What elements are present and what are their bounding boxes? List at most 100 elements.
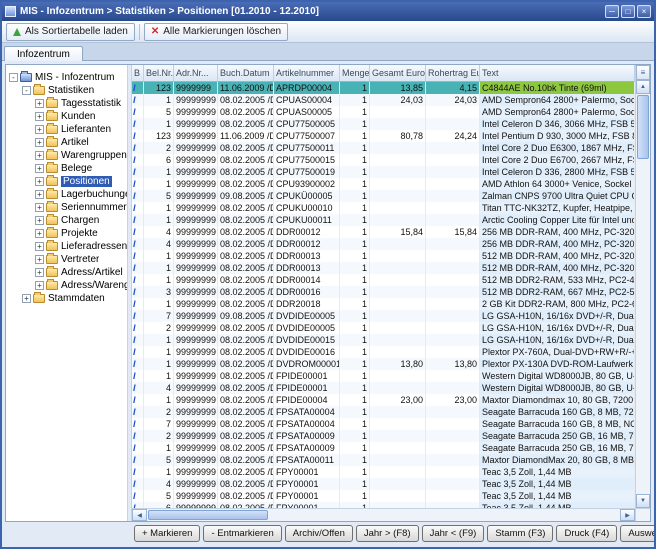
tree-item-positionen[interactable]: +Positionen bbox=[6, 175, 127, 188]
column-header-gesamt-euro[interactable]: Gesamt Euro bbox=[370, 65, 426, 82]
column-header-b[interactable]: B bbox=[132, 65, 144, 82]
scroll-down-icon[interactable]: ▼ bbox=[636, 494, 650, 508]
table-row[interactable]: I59999999909.08.2005 /DiCPUKÜ000051Zalma… bbox=[132, 190, 635, 202]
table-row[interactable]: I29999999908.02.2005 /DiDVDIDE000051LG G… bbox=[132, 322, 635, 334]
table-row[interactable]: I49999999908.02.2005 /DiDDR000121256 MB … bbox=[132, 238, 635, 250]
expand-icon[interactable]: + bbox=[35, 125, 44, 134]
expand-icon[interactable]: + bbox=[35, 190, 44, 199]
table-row[interactable]: I19999999908.02.2005 /DiCPUKU000111Arcti… bbox=[132, 214, 635, 226]
minimize-button[interactable]: ─ bbox=[605, 5, 619, 18]
markieren-button[interactable]: + Markieren bbox=[134, 525, 200, 542]
scroll-right-icon[interactable]: ▶ bbox=[620, 509, 635, 521]
table-row[interactable]: I59999999908.02.2005 /DiFPSATA000111Maxt… bbox=[132, 454, 635, 466]
tree-item-lieferadressen[interactable]: +Lieferadressen bbox=[6, 240, 127, 253]
expand-icon[interactable]: + bbox=[35, 216, 44, 225]
entmarkieren-button[interactable]: - Entmarkieren bbox=[203, 525, 281, 542]
table-row[interactable]: I29999999908.02.2005 /DiFPSATA000091Seag… bbox=[132, 430, 635, 442]
tree-item-artikel[interactable]: +Artikel bbox=[6, 136, 127, 149]
table-row[interactable]: I79999999908.02.2005 /DiFPSATA000041Seag… bbox=[132, 418, 635, 430]
table-row[interactable]: I19999999908.02.2005 /DiDDR000131512 MB … bbox=[132, 250, 635, 262]
table-row[interactable]: I19999999908.02.2005 /DiDVDIDE000151LG G… bbox=[132, 334, 635, 346]
table-row[interactable]: I49999999908.02.2005 /DiFPIDE000011Weste… bbox=[132, 382, 635, 394]
expand-icon[interactable]: + bbox=[35, 242, 44, 251]
table-row[interactable]: I79999999909.08.2005 /DiDVDIDE000051LG G… bbox=[132, 310, 635, 322]
column-header-buch-datum[interactable]: Buch.Datum bbox=[218, 65, 274, 82]
tree-item-lagerbuchungen[interactable]: +Lagerbuchungen bbox=[6, 188, 127, 201]
expand-icon[interactable]: + bbox=[35, 203, 44, 212]
auswertung-button[interactable]: Auswertung bbox=[620, 525, 656, 542]
close-button[interactable]: × bbox=[637, 5, 651, 18]
table-row[interactable]: I123999999911.06.2009 /DoAPRDP00004113,8… bbox=[132, 82, 635, 94]
jahr-f8-button[interactable]: Jahr > (F8) bbox=[356, 525, 419, 542]
expand-icon[interactable]: + bbox=[35, 151, 44, 160]
table-row[interactable]: I39999999908.02.2005 /DiDDR000161512 MB … bbox=[132, 286, 635, 298]
column-header-bel-nr[interactable]: Bel.Nr... bbox=[144, 65, 174, 82]
tab-infozentrum[interactable]: Infozentrum bbox=[4, 46, 83, 61]
tree-item-tagesstatistik[interactable]: +Tagesstatistik bbox=[6, 97, 127, 110]
expand-icon[interactable]: + bbox=[35, 112, 44, 121]
table-row[interactable]: I69999999908.02.2005 /DiCPU775000151Inte… bbox=[132, 154, 635, 166]
expand-icon[interactable]: + bbox=[35, 229, 44, 238]
expand-icon[interactable]: + bbox=[35, 281, 44, 290]
tree-item-kunden[interactable]: +Kunden bbox=[6, 110, 127, 123]
tree-item-adress-warengruppen[interactable]: +Adress/Warengruppen bbox=[6, 279, 127, 292]
table-row[interactable]: I19999999908.02.2005 /DiDVDROM00001113,8… bbox=[132, 358, 635, 370]
table-row[interactable]: I19999999908.02.2005 /DiCPUAS00004124,03… bbox=[132, 94, 635, 106]
table-row[interactable]: I19999999908.02.2005 /DiDDR000141512 MB … bbox=[132, 274, 635, 286]
expand-icon[interactable]: + bbox=[35, 177, 44, 186]
column-header-menge[interactable]: Menge bbox=[340, 65, 370, 82]
tree-item-vertreter[interactable]: +Vertreter bbox=[6, 253, 127, 266]
collapse-icon[interactable]: - bbox=[22, 86, 31, 95]
tree-item-chargen[interactable]: +Chargen bbox=[6, 214, 127, 227]
table-row[interactable]: I19999999908.02.2005 /DiFPY000011Teac 3,… bbox=[132, 466, 635, 478]
table-row[interactable]: I19999999908.02.2005 /DiCPU775000051Inte… bbox=[132, 118, 635, 130]
expand-icon[interactable]: + bbox=[35, 268, 44, 277]
tree-item-adress-artikel[interactable]: +Adress/Artikel bbox=[6, 266, 127, 279]
vertical-scroll-track[interactable] bbox=[636, 160, 650, 494]
tree-item-mis-infozentrum[interactable]: -MIS - Infozentrum bbox=[6, 71, 127, 84]
table-row[interactable]: I19999999908.02.2005 /DiDVDIDE000161Plex… bbox=[132, 346, 635, 358]
collapse-icon[interactable]: - bbox=[9, 73, 18, 82]
table-row[interactable]: I59999999908.02.2005 /DiCPUAS000051AMD S… bbox=[132, 106, 635, 118]
table-row[interactable]: I19999999908.02.2005 /DiDDR000131512 MB … bbox=[132, 262, 635, 274]
table-row[interactable]: I19999999908.02.2005 /DiDDR2001812 GB Ki… bbox=[132, 298, 635, 310]
jahr-f9-button[interactable]: Jahr < (F9) bbox=[422, 525, 485, 542]
expand-icon[interactable]: + bbox=[35, 255, 44, 264]
table-row[interactable]: I19999999908.02.2005 /DiCPU939000021AMD … bbox=[132, 178, 635, 190]
table-row[interactable]: I29999999908.02.2005 /DiFPSATA000041Seag… bbox=[132, 406, 635, 418]
table-row[interactable]: I19999999908.02.2005 /DiCPUKU000101Titan… bbox=[132, 202, 635, 214]
horizontal-scrollbar[interactable]: ◀ ▶ bbox=[132, 508, 650, 521]
scroll-up-icon[interactable]: ▲ bbox=[636, 80, 650, 94]
column-header-rohertrag-euro[interactable]: Rohertrag Euro bbox=[426, 65, 480, 82]
expand-icon[interactable]: + bbox=[35, 164, 44, 173]
tree-item-warengruppen[interactable]: +Warengruppen bbox=[6, 149, 127, 162]
clear-marks-button[interactable]: ✕ Alle Markierungen löschen bbox=[144, 23, 288, 41]
table-row[interactable]: I19999999908.02.2005 /DiCPU775000191Inte… bbox=[132, 166, 635, 178]
table-row[interactable]: I19999999908.02.2005 /DiFPSATA000091Seag… bbox=[132, 442, 635, 454]
table-row[interactable]: I49999999908.02.2005 /DiFPY000011Teac 3,… bbox=[132, 478, 635, 490]
column-header-artikelnummer[interactable]: Artikelnummer bbox=[274, 65, 340, 82]
maximize-button[interactable]: □ bbox=[621, 5, 635, 18]
expand-icon[interactable]: + bbox=[35, 99, 44, 108]
expand-icon[interactable]: + bbox=[35, 138, 44, 147]
horizontal-scroll-thumb[interactable] bbox=[148, 510, 268, 520]
vertical-scrollbar[interactable]: ≡ ▲ ▼ bbox=[635, 65, 650, 508]
column-header-text[interactable]: Text bbox=[480, 65, 635, 82]
tree-item-lieferanten[interactable]: +Lieferanten bbox=[6, 123, 127, 136]
table-row[interactable]: I29999999908.02.2005 /DiCPU775000111Inte… bbox=[132, 142, 635, 154]
tree-item-seriennummern[interactable]: +Seriennummern bbox=[6, 201, 127, 214]
table-row[interactable]: I19999999908.02.2005 /DiFPIDE00004123,00… bbox=[132, 394, 635, 406]
stamm-f3-button[interactable]: Stamm (F3) bbox=[487, 525, 553, 542]
load-sort-table-button[interactable]: Als Sortiertabelle laden bbox=[6, 23, 135, 41]
scroll-left-icon[interactable]: ◀ bbox=[132, 509, 147, 521]
column-options-button[interactable]: ≡ bbox=[636, 65, 650, 80]
expand-icon[interactable]: + bbox=[22, 294, 31, 303]
tree-item-stammdaten[interactable]: +Stammdaten bbox=[6, 292, 127, 305]
table-row[interactable]: I19999999908.02.2005 /DiFPIDE000011Weste… bbox=[132, 370, 635, 382]
table-row[interactable]: I1239999999911.06.2009 /DoCPU77500007180… bbox=[132, 130, 635, 142]
tree-item-statistiken[interactable]: -Statistiken bbox=[6, 84, 127, 97]
druck-f4-button[interactable]: Druck (F4) bbox=[556, 525, 617, 542]
table-row[interactable]: I49999999908.02.2005 /DiDDR00012115,8415… bbox=[132, 226, 635, 238]
tree-item-projekte[interactable]: +Projekte bbox=[6, 227, 127, 240]
vertical-scroll-thumb[interactable] bbox=[637, 95, 649, 159]
